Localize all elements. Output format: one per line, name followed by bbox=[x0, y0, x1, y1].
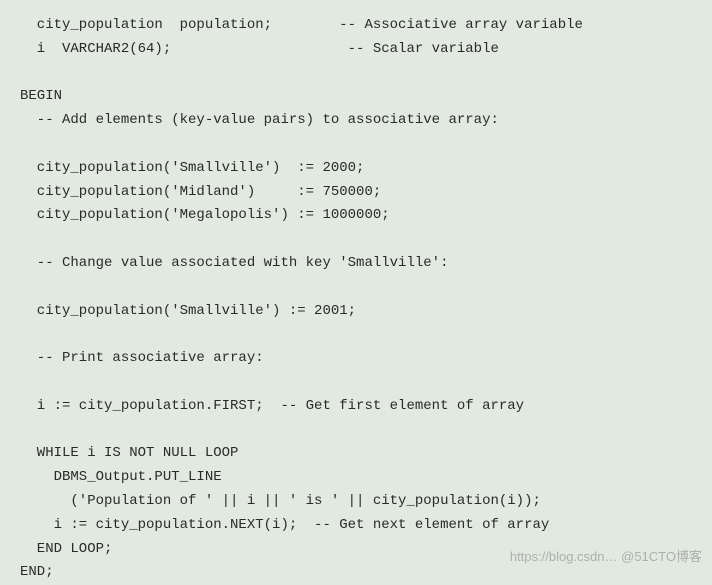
code-line: WHILE i IS NOT NULL LOOP bbox=[20, 445, 238, 461]
code-line: -- Print associative array: bbox=[20, 350, 264, 366]
code-line: -- Change value associated with key 'Sma… bbox=[20, 255, 448, 271]
code-line: END LOOP; bbox=[20, 541, 112, 557]
code-line: city_population('Midland') := 750000; bbox=[20, 184, 381, 200]
code-line: -- Add elements (key-value pairs) to ass… bbox=[20, 112, 499, 128]
code-line: ('Population of ' || i || ' is ' || city… bbox=[20, 493, 541, 509]
code-line: city_population('Smallville') := 2000; bbox=[20, 160, 364, 176]
code-line: BEGIN bbox=[20, 88, 62, 104]
code-line: DBMS_Output.PUT_LINE bbox=[20, 469, 222, 485]
code-line: city_population population; -- Associati… bbox=[20, 17, 583, 33]
code-block: city_population population; -- Associati… bbox=[0, 0, 712, 585]
code-line: i VARCHAR2(64); -- Scalar variable bbox=[20, 41, 499, 57]
code-line: i := city_population.FIRST; -- Get first… bbox=[20, 398, 524, 414]
code-line: i := city_population.NEXT(i); -- Get nex… bbox=[20, 517, 549, 533]
code-line: city_population('Megalopolis') := 100000… bbox=[20, 207, 390, 223]
code-line: city_population('Smallville') := 2001; bbox=[20, 303, 356, 319]
code-line: END; bbox=[20, 564, 54, 580]
